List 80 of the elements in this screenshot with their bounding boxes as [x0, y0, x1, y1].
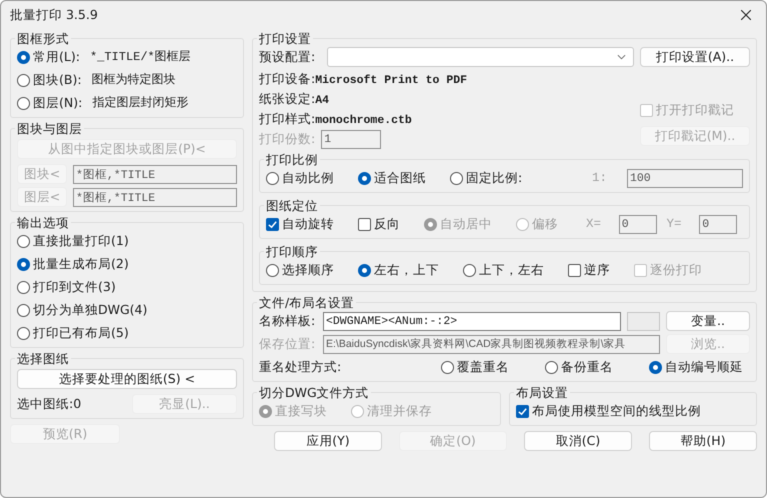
radio-button[interactable] — [441, 360, 454, 374]
group-title: 打印比例 — [265, 152, 319, 167]
radio-option[interactable]: 直接批量打印(1) — [17, 231, 237, 251]
radio-button[interactable] — [17, 326, 30, 340]
checkbox-option[interactable]: 布局使用模型空间的线型比例 — [516, 401, 750, 421]
radio-button[interactable] — [17, 280, 30, 294]
variables-button[interactable]: 变量.. — [666, 311, 750, 331]
print-setup-button[interactable]: 打印设置(A).. — [640, 47, 750, 67]
radio-button[interactable] — [266, 172, 279, 184]
field-label: 打印份数: — [259, 131, 316, 148]
checkbox[interactable] — [568, 264, 581, 276]
radio-button[interactable] — [17, 258, 30, 270]
group-title: 选择图纸 — [16, 351, 70, 366]
select-drawings-button[interactable]: 选择要处理的图纸(S) < — [17, 369, 237, 389]
group-title: 图框形式 — [16, 31, 70, 46]
window-title: 批量打印 3.5.9 — [10, 6, 98, 24]
dialog-button[interactable]: 帮助(H) — [649, 431, 757, 451]
radio-option[interactable]: 自动比例 — [266, 168, 334, 188]
radio-option[interactable]: 选择顺序 — [266, 260, 334, 280]
info-line: 纸张设定:A4 — [259, 90, 330, 109]
dialog-button[interactable]: 应用(Y) — [274, 431, 382, 451]
offset-field[interactable]: 0 — [618, 214, 656, 234]
radio-option[interactable]: 批量生成布局(2) — [17, 254, 237, 274]
group-title: 输出选项 — [16, 215, 70, 230]
radio-button[interactable] — [17, 96, 30, 110]
radio-button[interactable] — [17, 234, 30, 248]
radio-option[interactable]: 覆盖重名 — [441, 357, 509, 377]
radio-button[interactable] — [545, 360, 558, 374]
group-title: 打印设置 — [258, 31, 312, 46]
radio-button[interactable] — [450, 172, 463, 184]
radio-button[interactable] — [17, 74, 30, 86]
group-title: 切分DWG文件方式 — [258, 385, 370, 400]
radio-option[interactable]: 打印到文件(3) — [17, 277, 237, 297]
field-label: 保存位置: — [259, 336, 316, 352]
close-icon — [741, 10, 751, 20]
radio-button[interactable] — [266, 264, 279, 276]
checkbox-option[interactable]: 自动旋转 — [266, 214, 334, 234]
radio-option[interactable]: 适合图纸 — [358, 168, 426, 188]
radio-button[interactable] — [358, 264, 371, 276]
dialog-button[interactable]: 取消(C) — [524, 431, 632, 451]
radio-button[interactable] — [463, 264, 476, 276]
radio-option[interactable]: 备份重名 — [545, 357, 613, 377]
ratio-field[interactable]: 100 — [627, 168, 743, 188]
radio-button[interactable] — [649, 360, 662, 374]
offset-label: X= — [586, 217, 602, 231]
radio-button[interactable] — [17, 50, 30, 64]
group-title: 图块与图层 — [16, 121, 83, 136]
info-line: 打印设备:Microsoft Print to PDF — [259, 70, 468, 89]
blank-field — [627, 312, 660, 330]
checkbox-option[interactable]: 反向 — [358, 214, 400, 234]
info-line: 打印样式:monochrome.ctb — [259, 110, 413, 129]
radio-option[interactable]: 切分为单独DWG(4) — [17, 300, 237, 320]
ratio-label: 1: — [592, 171, 607, 185]
checkbox[interactable] — [516, 404, 529, 418]
radio-option[interactable]: 自动编号顺延 — [649, 357, 743, 377]
radio-option[interactable]: 图块(B): 图框为特定图块 — [17, 70, 237, 90]
name-template-field[interactable]: <DWGNAME><ANum:-:2> — [323, 312, 621, 330]
group-title: 文件/布局名设置 — [258, 295, 356, 310]
selected-count: 选中图纸:0 — [17, 396, 82, 412]
field-label: 重名处理方式: — [259, 358, 342, 376]
group-title: 布局设置 — [515, 385, 569, 400]
radio-button[interactable] — [17, 304, 30, 316]
checkbox[interactable] — [266, 218, 279, 230]
field-label: 名称样板: — [259, 312, 316, 330]
offset-label: Y= — [666, 217, 683, 231]
group-title: 图纸定位 — [265, 198, 319, 213]
offset-field[interactable]: 0 — [699, 214, 737, 234]
chevron-down-icon — [617, 54, 626, 60]
save-path-field[interactable]: E:\BaiduSyncdisk\家具资料网\CAD家具制图视频教程录制\家具 — [323, 334, 660, 354]
group-title: 打印顺序 — [265, 244, 319, 259]
radio-option[interactable]: 打印已有布局(5) — [17, 323, 237, 343]
radio-option[interactable]: 左右，上下 — [358, 260, 439, 280]
radio-option[interactable]: 图层(N): 指定图层封闭矩形 — [17, 93, 237, 113]
radio-option[interactable]: 常用(L): *_TITLE/*图框层 — [17, 47, 237, 67]
radio-option[interactable]: 上下，左右 — [463, 260, 544, 280]
checkbox-option[interactable]: 逆序 — [568, 260, 610, 280]
field-label: 预设配置: — [259, 48, 316, 66]
radio-option[interactable]: 固定比例: — [450, 168, 522, 188]
checkbox[interactable] — [358, 218, 371, 230]
radio-button[interactable] — [358, 172, 371, 184]
